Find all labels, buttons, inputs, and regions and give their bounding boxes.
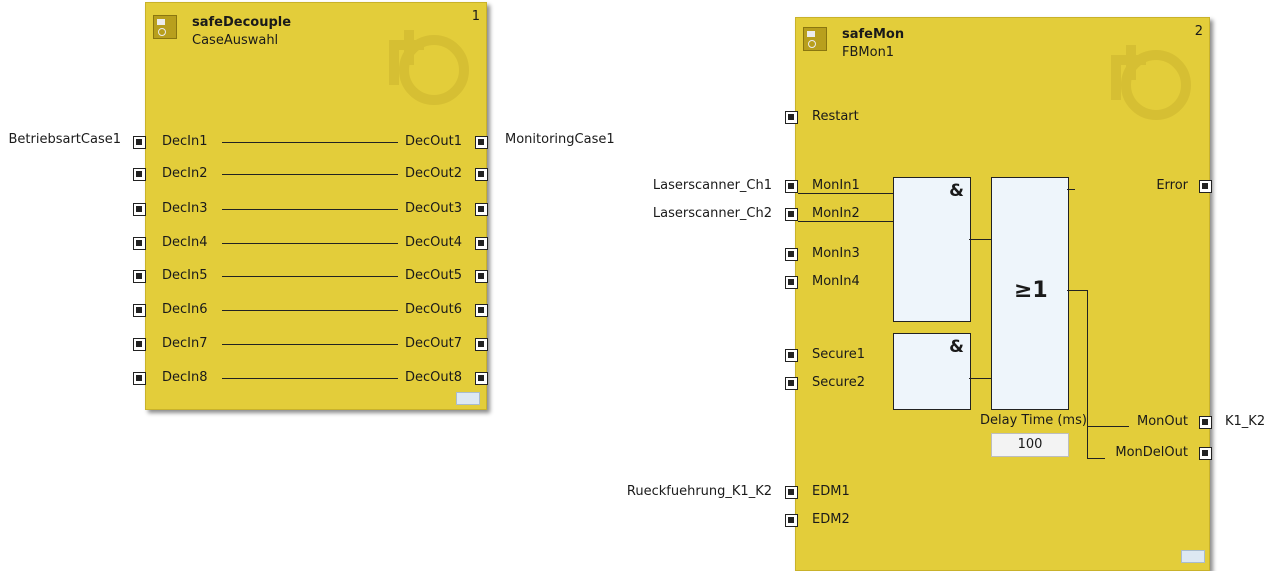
and-gate-symbol: & [949, 337, 964, 357]
port-decin4[interactable] [133, 237, 146, 250]
input-secure2-label: Secure2 [812, 375, 865, 390]
port-decin3[interactable] [133, 203, 146, 216]
function-block-icon [153, 15, 177, 39]
input-decin-label: DecIn7 [162, 336, 208, 351]
block-name: FBMon1 [842, 45, 895, 60]
output-decout-label: DecOut3 [405, 201, 462, 216]
input-restart-label: Restart [812, 109, 859, 124]
block-type: safeDecouple [192, 15, 292, 30]
block-number: 2 [1194, 24, 1203, 39]
port-restart[interactable] [785, 111, 798, 124]
external-output-k1-k2: K1_K2 [1225, 414, 1266, 429]
delay-time-label: Delay Time (ms) [980, 413, 1087, 428]
pass-through-wire [222, 142, 398, 143]
output-error-label: Error [1156, 178, 1188, 193]
port-monout[interactable] [1199, 416, 1212, 429]
port-decout2[interactable] [475, 168, 488, 181]
output-decout-label: DecOut6 [405, 302, 462, 317]
input-edm2-label: EDM2 [812, 512, 850, 527]
input-secure1-label: Secure1 [812, 347, 865, 362]
external-input-laserscanner-ch2: Laserscanner_Ch2 [652, 206, 772, 221]
input-decin-label: DecIn8 [162, 370, 208, 385]
pass-through-wire [222, 243, 398, 244]
input-monin2-label: MonIn2 [812, 206, 860, 221]
input-edm1-label: EDM1 [812, 484, 850, 499]
function-block-icon [803, 27, 827, 51]
port-decin1[interactable] [133, 136, 146, 149]
pass-through-wire [222, 344, 398, 345]
port-decin5[interactable] [133, 270, 146, 283]
port-error[interactable] [1199, 180, 1212, 193]
and-gate-symbol: & [949, 181, 964, 201]
resize-handle[interactable] [1181, 550, 1205, 563]
input-monin3-label: MonIn3 [812, 246, 860, 261]
port-decout7[interactable] [475, 338, 488, 351]
port-decout8[interactable] [475, 372, 488, 385]
output-mondelout-label: MonDelOut [1115, 445, 1188, 460]
gear-watermark-icon [1111, 45, 1191, 120]
port-edm2[interactable] [785, 514, 798, 527]
port-decout6[interactable] [475, 304, 488, 317]
output-decout-label: DecOut8 [405, 370, 462, 385]
port-decin8[interactable] [133, 372, 146, 385]
and-gate-1: & [893, 177, 971, 322]
input-decin-label: DecIn4 [162, 235, 208, 250]
port-monin3[interactable] [785, 248, 798, 261]
external-input-laserscanner-ch1: Laserscanner_Ch1 [652, 178, 772, 193]
gear-watermark-icon [389, 30, 469, 105]
input-decin-label: DecIn6 [162, 302, 208, 317]
port-decout5[interactable] [475, 270, 488, 283]
output-decout-label: DecOut7 [405, 336, 462, 351]
pass-through-wire [222, 276, 398, 277]
port-secure1[interactable] [785, 349, 798, 362]
or-gate-symbol: ≥1 [1014, 278, 1048, 303]
block-type: safeMon [842, 27, 905, 42]
port-monin4[interactable] [785, 276, 798, 289]
input-decin-label: DecIn1 [162, 134, 208, 149]
port-monin1[interactable] [785, 180, 798, 193]
port-decin7[interactable] [133, 338, 146, 351]
pass-through-wire [222, 174, 398, 175]
pass-through-wire [222, 310, 398, 311]
output-decout-label: DecOut2 [405, 166, 462, 181]
port-decin6[interactable] [133, 304, 146, 317]
or-gate: ≥1 [991, 177, 1069, 410]
port-decin2[interactable] [133, 168, 146, 181]
external-input-rueckfuehrung: Rueckfuehrung_K1_K2 [626, 484, 772, 499]
input-monin4-label: MonIn4 [812, 274, 860, 289]
port-decout1[interactable] [475, 136, 488, 149]
port-edm1[interactable] [785, 486, 798, 499]
port-decout3[interactable] [475, 203, 488, 216]
external-output-monitoring: MonitoringCase1 [505, 132, 615, 147]
block-number: 1 [471, 9, 480, 24]
output-decout-label: DecOut5 [405, 268, 462, 283]
port-decout4[interactable] [475, 237, 488, 250]
output-decout-label: DecOut1 [405, 134, 462, 149]
port-secure2[interactable] [785, 377, 798, 390]
input-decin-label: DecIn5 [162, 268, 208, 283]
pass-through-wire [222, 378, 398, 379]
input-monin1-label: MonIn1 [812, 178, 860, 193]
external-input-betriebsart: BetriebsartCase1 [8, 132, 122, 147]
port-mondelout[interactable] [1199, 447, 1212, 460]
resize-handle[interactable] [456, 392, 480, 405]
pass-through-wire [222, 209, 398, 210]
delay-time-input[interactable]: 100 [991, 433, 1069, 457]
input-decin-label: DecIn3 [162, 201, 208, 216]
input-decin-label: DecIn2 [162, 166, 208, 181]
port-monin2[interactable] [785, 208, 798, 221]
block-name: CaseAuswahl [192, 33, 279, 48]
and-gate-2: & [893, 333, 971, 410]
output-decout-label: DecOut4 [405, 235, 462, 250]
output-monout-label: MonOut [1137, 414, 1188, 429]
